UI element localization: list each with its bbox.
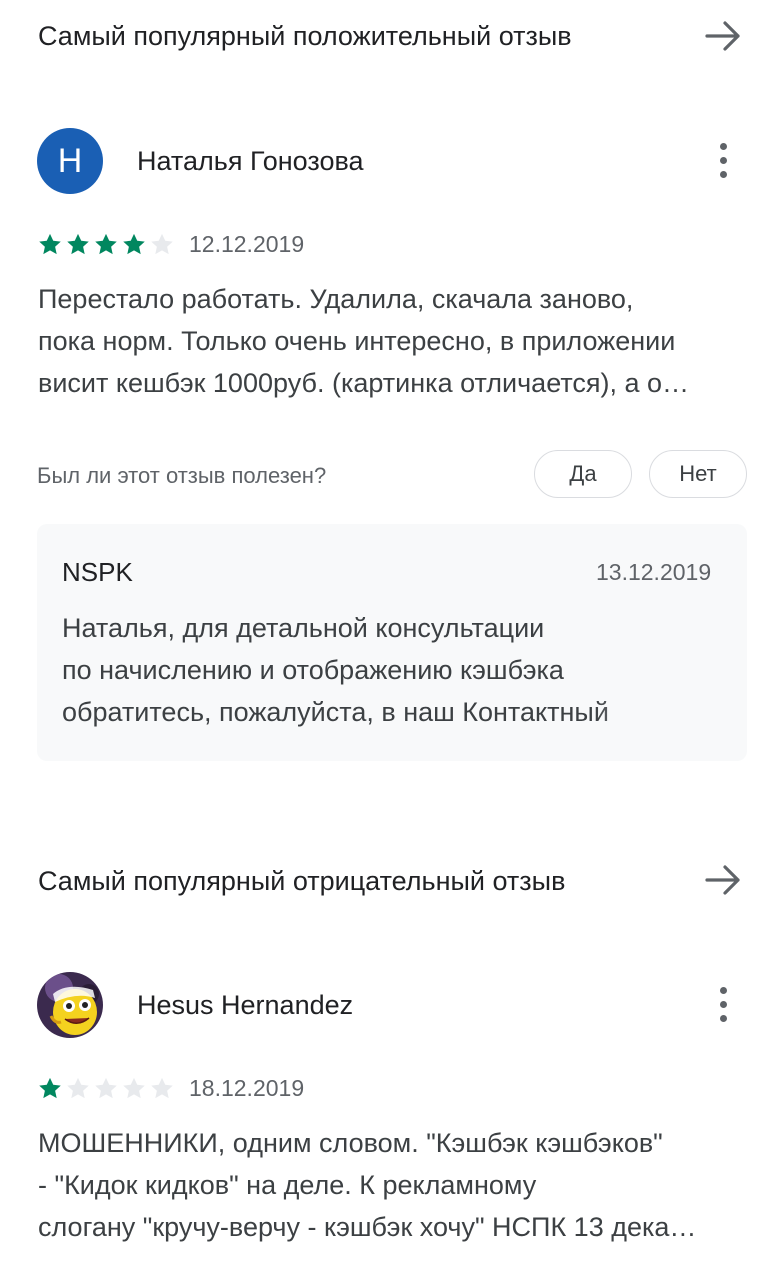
more-vert-icon <box>719 986 727 994</box>
star-filled-icon <box>67 233 89 255</box>
positive-section-arrow-button[interactable] <box>700 13 746 59</box>
negative-section-title[interactable]: Самый популярный отрицательный отзыв <box>38 865 565 897</box>
star-empty-icon <box>151 233 173 255</box>
arrow-right-icon <box>705 21 740 51</box>
negative-section-arrow-button[interactable] <box>700 857 746 903</box>
review-more-options-button[interactable] <box>704 981 742 1027</box>
helpful-question: Был ли этот отзыв полезен? <box>37 463 327 488</box>
more-vert-icon <box>719 142 727 150</box>
star-empty-icon <box>95 1077 117 1099</box>
star-rating <box>37 232 175 256</box>
review-text[interactable]: Перестало работать. Удалила, скачала зан… <box>38 278 753 404</box>
star-filled-icon <box>95 233 117 255</box>
avatar: Н <box>37 128 103 194</box>
helpful-yes-button[interactable]: Да <box>534 450 632 498</box>
star-empty-icon <box>67 1077 89 1099</box>
review-more-options-button[interactable] <box>704 137 742 183</box>
star-empty-icon <box>123 1077 145 1099</box>
developer-reply-date: 13.12.2019 <box>596 559 712 585</box>
star-filled-icon <box>39 1077 61 1099</box>
star-filled-icon <box>39 233 61 255</box>
review-author-name: Наталья Гонозова <box>137 146 364 176</box>
review-author-name: Hesus Hernandez <box>137 990 354 1020</box>
review-text[interactable]: МОШЕННИКИ, одним словом. "Кэшбэк кэшбэко… <box>38 1122 753 1248</box>
avatar <box>37 972 103 1038</box>
star-filled-icon <box>123 233 145 255</box>
avatar-image <box>37 972 103 1038</box>
review-date: 12.12.2019 <box>189 231 305 257</box>
developer-reply-text[interactable]: Наталья, для детальной консультации по н… <box>62 607 682 733</box>
star-rating <box>37 1076 175 1100</box>
arrow-right-icon <box>705 865 740 895</box>
review-date: 18.12.2019 <box>189 1075 305 1101</box>
positive-section-title[interactable]: Самый популярный положительный отзыв <box>38 20 572 52</box>
developer-reply-author: NSPK <box>62 557 133 587</box>
helpful-no-button[interactable]: Нет <box>649 450 747 498</box>
star-empty-icon <box>151 1077 173 1099</box>
